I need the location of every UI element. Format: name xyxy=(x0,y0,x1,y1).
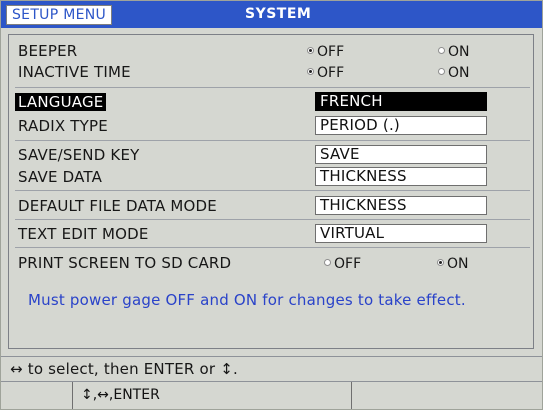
key-hint-cell: ↕,↔,ENTER xyxy=(72,382,352,409)
setup-menu-tab[interactable]: SETUP MENU xyxy=(6,5,113,25)
text-edit-mode-label: TEXT EDIT MODE xyxy=(18,225,149,243)
inactive-time-on-radio[interactable]: ON xyxy=(438,65,470,82)
print-screen-on-radio[interactable]: ON xyxy=(437,256,469,273)
setup-screen: SETUP MENU SYSTEM BEEPER OFF ON INACTIVE… xyxy=(0,0,543,410)
inactive-time-label: INACTIVE TIME xyxy=(18,63,131,81)
radix-type-field[interactable]: PERIOD (.) xyxy=(315,116,487,135)
language-row[interactable]: LANGUAGE FRENCH xyxy=(1,89,542,113)
divider xyxy=(15,140,530,141)
inactive-time-row[interactable]: INACTIVE TIME OFF ON xyxy=(1,59,542,83)
help-text: ↔ to select, then ENTER or ↕. xyxy=(10,360,238,378)
divider xyxy=(15,87,530,88)
save-data-field[interactable]: THICKNESS xyxy=(315,167,487,186)
screen-title: SYSTEM xyxy=(245,6,312,22)
save-data-row[interactable]: SAVE DATA THICKNESS xyxy=(1,164,542,188)
divider xyxy=(15,190,530,191)
radio-unselected-icon xyxy=(438,47,445,54)
radio-selected-icon xyxy=(307,47,314,54)
inactive-time-on-label: ON xyxy=(448,65,470,81)
inactive-time-off-label: OFF xyxy=(317,65,345,81)
beeper-label: BEEPER xyxy=(18,42,78,60)
radix-type-row[interactable]: RADIX TYPE PERIOD (.) xyxy=(1,113,542,137)
print-screen-off-label: OFF xyxy=(334,256,362,272)
language-label: LANGUAGE xyxy=(15,93,107,111)
default-file-data-mode-field[interactable]: THICKNESS xyxy=(315,196,487,215)
language-field[interactable]: FRENCH xyxy=(315,92,487,111)
print-screen-off-radio[interactable]: OFF xyxy=(324,256,361,273)
print-screen-label: PRINT SCREEN TO SD CARD xyxy=(18,254,232,272)
title-bar: SETUP MENU SYSTEM xyxy=(1,1,542,28)
divider xyxy=(15,219,530,220)
default-file-data-mode-row[interactable]: DEFAULT FILE DATA MODE THICKNESS xyxy=(1,193,542,217)
save-send-key-row[interactable]: SAVE/SEND KEY SAVE xyxy=(1,142,542,166)
restart-notice: Must power gage OFF and ON for changes t… xyxy=(28,291,466,309)
radio-unselected-icon xyxy=(438,68,445,75)
radio-unselected-icon xyxy=(324,259,331,266)
default-file-data-mode-label: DEFAULT FILE DATA MODE xyxy=(18,197,217,215)
inactive-time-off-radio[interactable]: OFF xyxy=(307,65,344,82)
divider xyxy=(15,247,530,248)
key-bar: ↕,↔,ENTER xyxy=(1,382,542,409)
key-hint-text: ↕,↔,ENTER xyxy=(81,387,160,403)
beeper-off-label: OFF xyxy=(317,44,345,60)
text-edit-mode-row[interactable]: TEXT EDIT MODE VIRTUAL xyxy=(1,221,542,245)
beeper-on-label: ON xyxy=(448,44,470,60)
radio-selected-icon xyxy=(307,68,314,75)
radio-selected-icon xyxy=(437,259,444,266)
print-screen-row[interactable]: PRINT SCREEN TO SD CARD OFF ON xyxy=(1,250,542,274)
save-send-key-field[interactable]: SAVE xyxy=(315,145,487,164)
text-edit-mode-field[interactable]: VIRTUAL xyxy=(315,224,487,243)
help-bar: ↔ to select, then ENTER or ↕. xyxy=(1,356,542,382)
print-screen-on-label: ON xyxy=(447,256,469,272)
radix-type-label: RADIX TYPE xyxy=(18,117,108,135)
save-send-key-label: SAVE/SEND KEY xyxy=(18,146,140,164)
save-data-label: SAVE DATA xyxy=(18,168,103,186)
